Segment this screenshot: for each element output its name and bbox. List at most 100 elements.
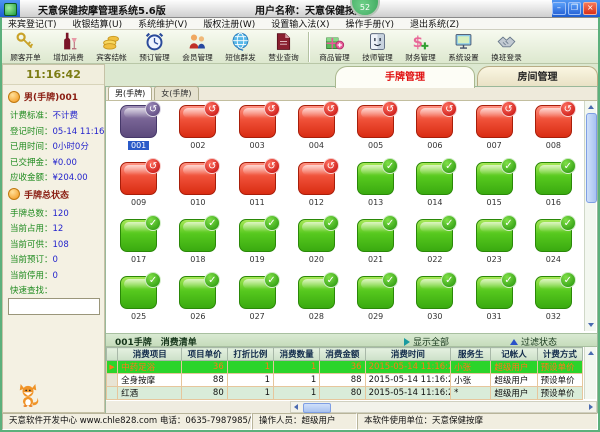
scroll-left-icon[interactable]: [294, 404, 298, 410]
up-arrow-icon: [510, 339, 518, 345]
hand-tag-002[interactable]: ↺: [179, 105, 216, 138]
toolbar-button-财务管理[interactable]: $财务管理: [399, 31, 442, 63]
menu-item-6[interactable]: 操作手册(Y): [345, 17, 394, 30]
tag-number-label: 006: [427, 141, 442, 150]
menu-item-5[interactable]: 设置输入法(X): [271, 17, 329, 30]
table-row[interactable]: 红酒8011802015-05-14 11:16:27*超级用户预设单价: [107, 387, 583, 400]
info-value: 0小时0分: [53, 142, 89, 152]
toolbar-button-预订管理[interactable]: 预订管理: [133, 31, 176, 63]
occupied-badge-icon: ↺: [501, 101, 517, 117]
close-button[interactable]: ×: [583, 2, 597, 15]
fox-mascot-image: [17, 383, 39, 411]
subtab-male-tags[interactable]: 男(手牌): [108, 86, 152, 100]
subtab-female-tags[interactable]: 女(手牌): [154, 86, 198, 100]
menu-item-1[interactable]: 来宾登记(T): [8, 17, 57, 30]
hand-tag-021[interactable]: ✓: [357, 219, 394, 252]
hand-tag-025[interactable]: ✓: [120, 276, 157, 309]
hand-tag-017[interactable]: ✓: [120, 219, 157, 252]
status-licensee: 本软件使用单位：天意保健按摩: [357, 413, 598, 430]
cell-消费项目: 红酒: [118, 387, 182, 400]
hand-tag-012[interactable]: ↺: [298, 162, 335, 195]
check-badge-icon: ✓: [441, 272, 457, 288]
hand-tag-007[interactable]: ↺: [476, 105, 513, 138]
horizontal-scroll-thumb[interactable]: [303, 403, 331, 413]
hand-tag-019[interactable]: ✓: [239, 219, 276, 252]
scroll-right-icon[interactable]: [589, 404, 593, 410]
scroll-up-icon[interactable]: [588, 105, 594, 109]
tag-cell: ✓027: [228, 276, 287, 331]
tag-cell: ↺004: [287, 105, 346, 162]
hand-tag-013[interactable]: ✓: [357, 162, 394, 195]
monitor-icon: [442, 31, 485, 52]
table-row[interactable]: 全身按摩8811882015-05-14 11:16:24小张超级用户预设单价: [107, 374, 583, 387]
hand-tag-005[interactable]: ↺: [357, 105, 394, 138]
hand-tag-031[interactable]: ✓: [476, 276, 513, 309]
check-badge-icon: ✓: [560, 158, 576, 174]
toolbar-button-顾客开单[interactable]: 顾客开单: [4, 31, 47, 63]
hand-tag-011[interactable]: ↺: [239, 162, 276, 195]
hand-tag-003[interactable]: ↺: [239, 105, 276, 138]
toolbar-button-换班登录[interactable]: 换班登录: [485, 31, 528, 63]
cell-打折比例: 1: [227, 387, 273, 400]
hand-tag-010[interactable]: ↺: [179, 162, 216, 195]
hand-tag-030[interactable]: ✓: [416, 276, 453, 309]
toolbar-button-商品管理[interactable]: 商品管理: [313, 31, 356, 63]
hand-tag-014[interactable]: ✓: [416, 162, 453, 195]
menu-item-3[interactable]: 系统维护(V): [138, 17, 187, 30]
toolbar-button-技师管理[interactable]: 技师管理: [356, 31, 399, 63]
hand-tag-020[interactable]: ✓: [298, 219, 335, 252]
minimize-button[interactable]: –: [552, 2, 566, 15]
table-body: ▶中药足浴3611362015-05-14 11:16:22小张超级用户预设单价…: [107, 361, 583, 400]
hand-tag-022[interactable]: ✓: [416, 219, 453, 252]
hand-tag-026[interactable]: ✓: [179, 276, 216, 309]
scroll-up-icon[interactable]: [588, 351, 594, 355]
column-header-项目单价: 项目单价: [182, 348, 227, 361]
svg-text:$: $: [413, 33, 423, 51]
hand-tag-024[interactable]: ✓: [535, 219, 572, 252]
toolbar-button-系统设置[interactable]: 系统设置: [442, 31, 485, 63]
grid-vertical-scrollbar[interactable]: [584, 101, 596, 331]
toolbar-button-会员管理[interactable]: 会员管理: [176, 31, 219, 63]
table-vertical-scrollbar[interactable]: [584, 347, 596, 399]
tag-cell: ↺ 006: [405, 105, 464, 162]
table-horizontal-scrollbar[interactable]: [290, 401, 597, 413]
cell-项目单价: 88: [182, 374, 227, 387]
menu-item-7[interactable]: 退出系统(Z): [410, 17, 459, 30]
hand-tag-009[interactable]: ↺: [120, 162, 157, 195]
scroll-down-icon[interactable]: [588, 323, 594, 327]
quick-search-label: 快速查找：: [10, 284, 104, 296]
tab-hand-tag-management[interactable]: 手牌管理: [335, 66, 475, 88]
hand-tag-023[interactable]: ✓: [476, 219, 513, 252]
quick-search-input[interactable]: [8, 298, 100, 315]
tag-cell: ✓015: [465, 162, 524, 219]
hand-tag-001[interactable]: ↺: [120, 105, 157, 138]
hand-tag-028[interactable]: ✓: [298, 276, 335, 309]
cell-消费时间: 2015-05-14 11:16:24: [365, 374, 451, 387]
info-value: 12: [53, 224, 64, 234]
info-label: 当前占用：: [10, 224, 53, 234]
hand-tag-015[interactable]: ✓: [476, 162, 513, 195]
hand-tag-032[interactable]: ✓: [535, 276, 572, 309]
hand-tag-029[interactable]: ✓: [357, 276, 394, 309]
hand-tag-006[interactable]: ↺: [416, 105, 453, 138]
maximize-button[interactable]: ❐: [568, 2, 582, 15]
tag-number-label: 003: [249, 141, 264, 150]
hand-tag-027[interactable]: ✓: [239, 276, 276, 309]
hand-tag-016[interactable]: ✓: [535, 162, 572, 195]
toolbar-button-增加消费[interactable]: 增加消费: [47, 31, 90, 63]
vertical-scroll-thumb[interactable]: [586, 113, 597, 203]
table-row[interactable]: ▶中药足浴3611362015-05-14 11:16:22小张超级用户预设单价: [107, 361, 583, 374]
toolbar-button-营业查询[interactable]: 营业查询: [262, 31, 305, 63]
menu-item-2[interactable]: 收银结算(U): [73, 17, 123, 30]
hand-tag-008[interactable]: ↺: [535, 105, 572, 138]
hand-tag-004[interactable]: ↺: [298, 105, 335, 138]
info-label: 当前预订：: [10, 255, 53, 265]
toolbar-button-宾客结帐[interactable]: 宾客结帐: [90, 31, 133, 63]
toolbar-button-短信群发[interactable]: 短信群发: [219, 31, 262, 63]
hand-tag-018[interactable]: ✓: [179, 219, 216, 252]
menu-item-4[interactable]: 版权注册(W): [203, 17, 255, 30]
row-indicator: ▶: [107, 361, 118, 374]
current-tag-info-rows: 计费标准：不计费登记时间：05-14 11:16已用时间：0小时0分已交押金：¥…: [3, 105, 104, 183]
toolbar-button-label: 商品管理: [314, 52, 355, 62]
tab-room-management[interactable]: 房间管理: [477, 66, 598, 88]
